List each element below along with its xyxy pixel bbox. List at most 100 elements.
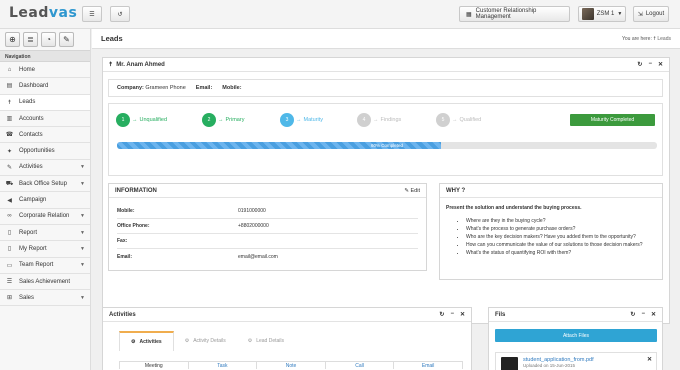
- sidebar: ⊕ ≣ ◔ ✎ Navigation ⌂ Home ▤ Dashboard ☨ Lea…: [0, 29, 91, 370]
- truck-icon: ⛟: [5, 180, 14, 187]
- list-item: What's the process to generate purchase …: [466, 225, 656, 233]
- page-header: Leads You are here: ☨ Leads: [92, 29, 680, 49]
- sidebar-item-leads[interactable]: ☨ Leads: [0, 94, 90, 111]
- col-call[interactable]: Call: [326, 362, 395, 369]
- crosshair-shortcut-button[interactable]: ⊕: [5, 32, 20, 47]
- step-findings[interactable]: 4 → Findings: [357, 113, 401, 127]
- pencil-icon: ✎: [63, 35, 70, 44]
- sidebar-item-contacts[interactable]: ☎ Contacts: [0, 127, 90, 144]
- app-logo[interactable]: Leadvas: [9, 5, 77, 21]
- col-meeting[interactable]: Meeting: [120, 362, 189, 369]
- team-doc-icon: ▭: [6, 262, 13, 269]
- activities-header: Activities ↻ − ✕: [103, 308, 471, 322]
- close-icon[interactable]: ✕: [651, 311, 656, 318]
- edit-icon: ✎: [6, 164, 13, 171]
- minimize-icon[interactable]: −: [641, 311, 645, 318]
- sidebar-item-opportunities[interactable]: ✦ Opportunities: [0, 143, 90, 160]
- chevron-down-icon: ▼: [80, 229, 85, 236]
- megaphone-icon: ◀: [7, 197, 12, 204]
- info-row-mobile: Mobile: 0191000000: [117, 204, 418, 219]
- piechart-shortcut-button[interactable]: ◔: [41, 32, 56, 47]
- link-icon: ∞: [7, 213, 12, 220]
- database-shortcut-button[interactable]: ≣: [23, 32, 38, 47]
- step-maturity[interactable]: 3 → Maturity: [280, 113, 323, 127]
- why-list: Where are they in the buying cycle? What…: [446, 217, 656, 257]
- edit-icon: ✎: [404, 187, 409, 194]
- phone-icon: ☎: [5, 132, 14, 139]
- user-menu-button[interactable]: ZSM 1 ▼: [578, 6, 626, 22]
- menu-toggle-button[interactable]: ☰: [82, 6, 102, 22]
- crm-button[interactable]: ▦ Customer Relationship Management: [459, 6, 570, 22]
- breadcrumb: You are here: ☨ Leads: [622, 35, 671, 42]
- list-item: Who are the key decision makers? Have yo…: [466, 233, 656, 241]
- person-icon: ☨: [653, 35, 656, 42]
- gear-icon: ⚙: [184, 338, 190, 344]
- edit-button[interactable]: ✎ Edit: [404, 188, 420, 194]
- refresh-icon[interactable]: ↻: [637, 61, 642, 68]
- col-email[interactable]: Email: [394, 362, 462, 369]
- sidebar-item-home[interactable]: ⌂ Home: [0, 62, 90, 79]
- bank-icon: ▥: [6, 116, 13, 123]
- chevron-down-icon: ▼: [80, 164, 85, 171]
- close-icon[interactable]: ✕: [460, 311, 465, 318]
- info-row-fax: Fax:: [117, 234, 418, 249]
- sidebar-item-corporate-relation[interactable]: ∞ Corporate Relation ▼: [0, 209, 90, 225]
- info-row-office-phone: Office Phone: +8802000000: [117, 219, 418, 234]
- list-item: How can you communicate the value of our…: [466, 241, 656, 249]
- close-icon[interactable]: ✕: [658, 61, 663, 68]
- breadcrumb-current[interactable]: Leads: [657, 36, 671, 42]
- step-primary[interactable]: 2 → Primary: [202, 113, 244, 127]
- pie-chart-icon: ◔: [46, 35, 51, 44]
- sidebar-item-campaign[interactable]: ◀ Campaign: [0, 192, 90, 209]
- activities-panel: Activities ↻ − ✕ ⚙ Activities ⚙ Activity D…: [102, 307, 472, 370]
- tab-activity-details[interactable]: ⚙ Activity Details: [174, 331, 237, 351]
- gear-icon: ⚙: [247, 338, 253, 344]
- top-bar: Leadvas ☰ ↺ ▦ Customer Relationship Mana…: [0, 0, 680, 29]
- sidebar-item-dashboard[interactable]: ▤ Dashboard: [0, 78, 90, 95]
- database-icon: ≣: [27, 35, 34, 44]
- tab-lead-details[interactable]: ⚙ Lead Details: [237, 331, 295, 351]
- refresh-icon[interactable]: ↻: [630, 311, 635, 318]
- why-panel: WHY ? Present the solution and understan…: [439, 183, 663, 280]
- shortcut-bar: ⊕ ≣ ◔ ✎: [0, 29, 90, 50]
- why-header: WHY ?: [440, 184, 662, 198]
- person-icon: ☨: [109, 62, 113, 68]
- sidebar-item-team-report[interactable]: ▭ Team Report ▼: [0, 258, 90, 274]
- home-icon: ⌂: [7, 66, 12, 73]
- pencil-shortcut-button[interactable]: ✎: [59, 32, 74, 47]
- files-panel: Fils ↻ − ✕ Attach Files student_applicat…: [488, 307, 663, 370]
- minimize-icon[interactable]: −: [450, 311, 454, 318]
- sidebar-item-my-report[interactable]: ▯ My Report ▼: [0, 241, 90, 258]
- sidebar-item-accounts[interactable]: ▥ Accounts: [0, 111, 90, 128]
- company-row: Company: Grameen Phone Email: Mobile:: [108, 79, 663, 97]
- main-content: Leads You are here: ☨ Leads ☨ Mr. Anam A…: [92, 29, 680, 370]
- doc-icon: ▯: [7, 246, 12, 253]
- attach-files-button[interactable]: Attach Files: [495, 329, 657, 342]
- col-task[interactable]: Task: [189, 362, 258, 369]
- step-qualified[interactable]: 5 → Qualified: [436, 113, 481, 127]
- maturity-completed-button[interactable]: Maturity Completed: [570, 114, 655, 126]
- company-value: Grameen Phone: [145, 85, 186, 91]
- minimize-icon[interactable]: −: [648, 61, 652, 68]
- lead-panel: ☨ Mr. Anam Ahmed ↻ − ✕ Company: Grameen …: [102, 57, 670, 324]
- email-label: Email:: [195, 85, 213, 91]
- files-header: Fils ↻ − ✕: [489, 308, 662, 322]
- logout-button[interactable]: ⇲ Logout: [633, 6, 669, 22]
- tab-activities[interactable]: ⚙ Activities: [119, 331, 174, 351]
- remove-file-icon[interactable]: ✕: [647, 356, 652, 363]
- history-button[interactable]: ↺: [110, 6, 130, 22]
- activity-icon: ⚙: [131, 339, 136, 345]
- progress-bar: 60% Completed: [117, 142, 657, 149]
- dashboard-icon: ▤: [6, 83, 13, 90]
- sidebar-item-activities[interactable]: ✎ Activities ▼: [0, 160, 90, 177]
- sidebar-item-sales[interactable]: ⊞ Sales ▼: [0, 290, 90, 307]
- refresh-icon[interactable]: ↻: [439, 311, 444, 318]
- lead-progress: 1 → Unqualified 2 → Primary 3 → Maturity 4 →…: [108, 103, 663, 176]
- sidebar-item-sales-achievement[interactable]: ☰ Sales Achievement: [0, 274, 90, 291]
- col-note[interactable]: Note: [257, 362, 326, 369]
- list-item: Where are they in the buying cycle?: [466, 217, 656, 225]
- step-unqualified[interactable]: 1 → Unqualified: [116, 113, 167, 127]
- chevron-down-icon: ▼: [80, 213, 85, 220]
- sidebar-item-back-office-setup[interactable]: ⛟ Back Office Setup ▼: [0, 176, 90, 193]
- sidebar-item-report[interactable]: ▯ Report ▼: [0, 225, 90, 242]
